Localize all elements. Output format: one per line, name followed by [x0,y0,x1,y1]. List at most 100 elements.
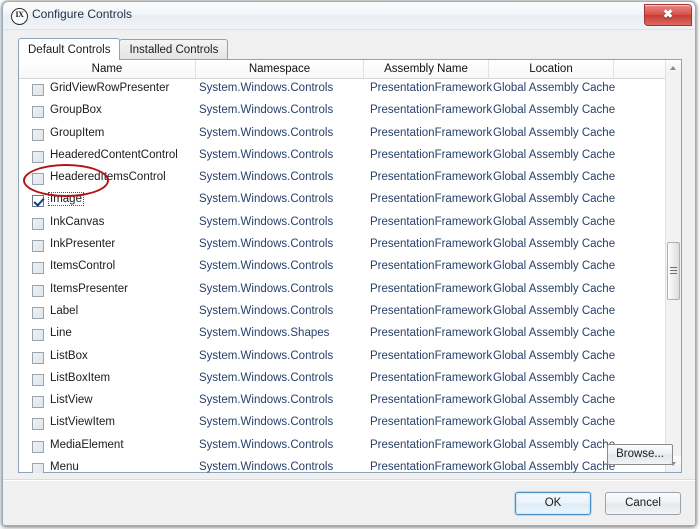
cell-namespace: System.Windows.Controls [199,171,334,184]
cell-location: Global Assembly Cache [493,215,616,228]
cell-assembly-name: PresentationFramework [370,461,493,473]
cell-namespace: System.Windows.Controls [199,104,334,117]
cell-name: HeaderedItemsControl [50,171,166,184]
title-bar[interactable]: IX Configure Controls ✖ [3,2,695,30]
grid-vertical-scrollbar[interactable] [665,60,681,472]
row-checkbox[interactable] [32,373,44,386]
row-checkbox[interactable] [32,351,44,364]
row-checkbox[interactable] [32,106,44,119]
controls-grid[interactable]: GridViewRowPresenter System.Windows.Contr… [19,79,667,473]
cell-location: Global Assembly Cache [493,327,616,340]
cell-namespace: System.Windows.Controls [199,238,334,251]
table-row[interactable]: GroupBox System.Windows.Controls Presentat… [19,101,667,123]
cell-location: Global Assembly Cache [493,193,616,206]
row-checkbox[interactable] [32,150,44,163]
table-row[interactable]: MediaElement System.Windows.Controls Prese… [19,436,667,458]
cell-assembly-name: PresentationFramework [370,349,493,362]
table-row[interactable]: ItemsControl System.Windows.Controls Prese… [19,257,667,279]
row-checkbox[interactable] [32,440,44,453]
cell-location: Global Assembly Cache [493,148,616,161]
cell-assembly-name: PresentationFramework [370,394,493,407]
cell-location: Global Assembly Cache [493,461,616,473]
row-checkbox[interactable] [32,217,44,230]
cell-namespace: System.Windows.Controls [199,260,334,273]
cell-assembly-name: PresentationFramework [370,238,493,251]
cell-namespace: System.Windows.Controls [199,193,334,206]
cell-name: ItemsControl [50,260,116,273]
table-row[interactable]: ListViewItem System.Windows.Controls Prese… [19,413,667,435]
column-header-location[interactable]: Location [489,60,614,78]
table-row[interactable]: InkPresenter System.Windows.Controls Prese… [19,235,667,257]
row-checkbox[interactable] [32,128,44,141]
column-header-name[interactable]: Name [19,60,196,78]
cell-location: Global Assembly Cache [493,171,616,184]
table-row[interactable]: GroupItem System.Windows.Controls Presenta… [19,124,667,146]
table-row[interactable]: HeaderedItemsControl System.Windows.Contr… [19,168,667,190]
cancel-button[interactable]: Cancel [605,492,681,515]
cell-assembly-name: PresentationFramework [370,260,493,273]
row-checkbox[interactable] [32,173,44,186]
cell-namespace: System.Windows.Controls [199,416,334,429]
row-checkbox[interactable] [32,262,44,275]
row-checkbox[interactable] [32,463,44,473]
cell-name: InkPresenter [50,238,116,251]
scrollbar-thumb[interactable] [667,242,680,300]
table-row[interactable]: InkCanvas System.Windows.Controls Presenta… [19,213,667,235]
column-header-namespace[interactable]: Namespace [196,60,364,78]
cell-location: Global Assembly Cache [493,371,616,384]
cell-name: ListBoxItem [50,371,111,384]
cell-name: GroupBox [50,104,102,117]
table-row[interactable]: Menu System.Windows.Controls PresentationF… [19,458,667,473]
tab-default-controls[interactable]: Default Controls [18,38,121,60]
scroll-up-arrow-icon[interactable] [666,60,681,76]
row-checkbox[interactable] [32,284,44,297]
window-title: Configure Controls [32,7,133,21]
row-checkbox[interactable] [32,240,44,253]
table-row[interactable]: HeaderedContentControl System.Windows.Con… [19,146,667,168]
ok-button[interactable]: OK [515,492,591,515]
cell-name: MediaElement [50,438,124,451]
table-row[interactable]: ItemsPresenter System.Windows.Controls Pre… [19,280,667,302]
cell-assembly-name: PresentationFramework [370,371,493,384]
grid-header-row: Name Namespace Assembly Name Location [19,60,681,79]
table-row[interactable]: ListView System.Windows.Controls Presentat… [19,391,667,413]
column-header-assembly[interactable]: Assembly Name [364,60,489,78]
cell-assembly-name: PresentationFramework [370,438,493,451]
row-checkbox[interactable] [32,396,44,409]
cell-assembly-name: PresentationFramework [370,304,493,317]
row-checkbox[interactable] [32,84,44,96]
cell-name: Menu [50,461,79,473]
table-row[interactable]: Line System.Windows.Shapes PresentationFra… [19,324,667,346]
table-row[interactable]: Image System.Windows.Controls Presentation… [19,190,667,212]
table-row[interactable]: ListBox System.Windows.Controls Presentati… [19,347,667,369]
cell-location: Global Assembly Cache [493,126,616,139]
cell-location: Global Assembly Cache [493,104,616,117]
cell-location: Global Assembly Cache [493,438,616,451]
cell-assembly-name: PresentationFramework [370,416,493,429]
cell-name: HeaderedContentControl [50,148,178,161]
row-checkbox[interactable] [32,306,44,319]
cell-assembly-name: PresentationFramework [370,126,493,139]
cell-name: Line [50,327,72,340]
close-icon[interactable]: ✖ [644,4,692,26]
scrollbar-grip-icon [670,267,677,274]
table-row[interactable]: ListBoxItem System.Windows.Controls Presen… [19,369,667,391]
cell-location: Global Assembly Cache [493,304,616,317]
app-badge-icon: IX [11,8,28,25]
cell-namespace: System.Windows.Controls [199,126,334,139]
row-checkbox-checked[interactable] [32,195,44,208]
cell-location: Global Assembly Cache [493,260,616,273]
row-checkbox[interactable] [32,329,44,342]
cell-name: ListBox [50,349,88,362]
table-row[interactable]: GridViewRowPresenter System.Windows.Contr… [19,79,667,101]
cell-location: Global Assembly Cache [493,349,616,362]
tab-strip: Default Controls Installed Controls [18,38,229,60]
row-checkbox[interactable] [32,418,44,431]
cell-namespace: System.Windows.Controls [199,371,334,384]
tab-installed-controls[interactable]: Installed Controls [119,39,229,60]
browse-button[interactable]: Browse... [607,444,673,465]
controls-tab-panel: Name Namespace Assembly Name Location Gr… [18,59,682,473]
table-row[interactable]: Label System.Windows.Controls Presentation… [19,302,667,324]
configure-controls-dialog: IX Configure Controls ✖ Default Controls… [2,1,696,526]
cell-name: ListView [50,394,93,407]
